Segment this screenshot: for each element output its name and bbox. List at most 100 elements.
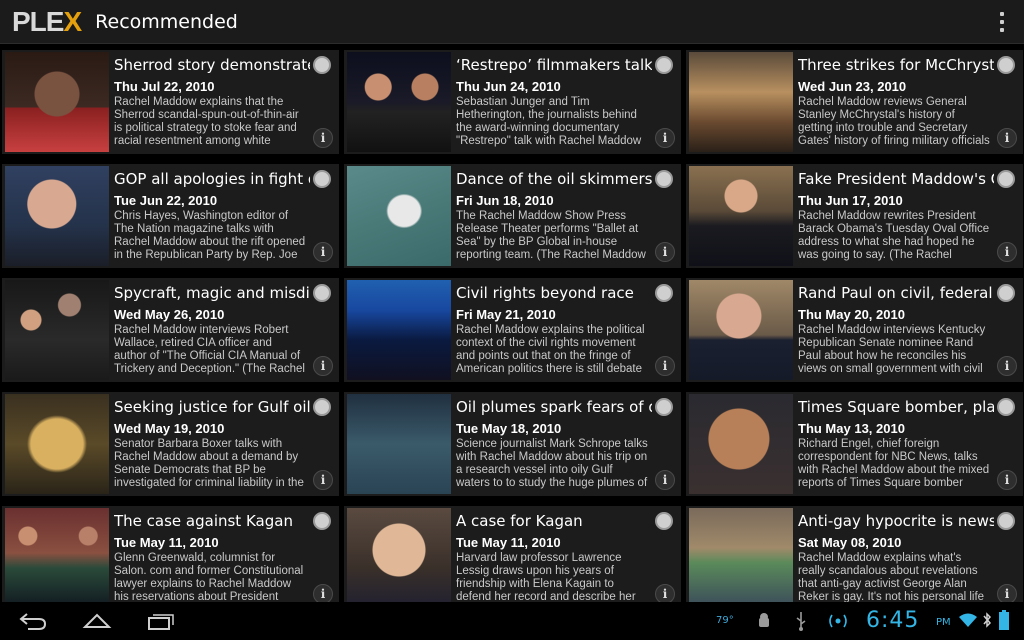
video-title: ‘Restrepo’ filmmakers talk w	[456, 56, 652, 74]
video-date: Tue May 11, 2010	[114, 535, 219, 550]
video-thumbnail[interactable]	[689, 394, 793, 494]
video-card[interactable]: Dance of the oil skimmers Fri Jun 18, 201…	[344, 164, 681, 268]
info-icon[interactable]: i	[313, 584, 333, 602]
select-checkbox[interactable]	[313, 398, 331, 416]
video-thumbnail[interactable]	[347, 508, 451, 602]
video-card[interactable]: ‘Restrepo’ filmmakers talk w Thu Jun 24, …	[344, 50, 681, 154]
video-card[interactable]: Anti-gay hypocrite is news l Sat May 08, …	[686, 506, 1023, 602]
select-checkbox[interactable]	[655, 56, 673, 74]
video-description: Chris Hayes, Washington editor of The Na…	[114, 210, 306, 261]
video-thumbnail[interactable]	[5, 394, 109, 494]
select-checkbox[interactable]	[313, 284, 331, 302]
clock-time: 6:45	[866, 608, 920, 633]
select-checkbox[interactable]	[313, 512, 331, 530]
select-checkbox[interactable]	[655, 512, 673, 530]
video-thumbnail[interactable]	[5, 166, 109, 266]
video-thumbnail[interactable]	[5, 52, 109, 152]
temperature: 79°	[716, 615, 734, 626]
video-title: GOP all apologies in fight o	[114, 170, 310, 188]
video-card[interactable]: Civil rights beyond race Fri May 21, 2010…	[344, 278, 681, 382]
select-checkbox[interactable]	[997, 398, 1015, 416]
video-card[interactable]: A case for Kagan Tue May 11, 2010 Harvard …	[344, 506, 681, 602]
select-checkbox[interactable]	[997, 512, 1015, 530]
info-icon[interactable]: i	[313, 128, 333, 148]
plex-logo[interactable]: PLE X	[12, 0, 82, 44]
video-description: Rachel Maddow rewrites President Barack …	[798, 210, 990, 261]
video-thumbnail[interactable]	[347, 52, 451, 152]
plex-app: PLE X Recommended Sherrod story demonstra…	[0, 0, 1024, 640]
video-thumbnail[interactable]	[5, 280, 109, 380]
info-icon[interactable]: i	[313, 356, 333, 376]
video-description: Glenn Greenwald, columnist for Salon. co…	[114, 552, 304, 602]
select-checkbox[interactable]	[655, 398, 673, 416]
video-description: Rachel Maddow explains the political con…	[456, 324, 645, 375]
video-card[interactable]: Times Square bomber, play Thu May 13, 201…	[686, 392, 1023, 496]
wifi-icon	[959, 613, 977, 627]
video-card[interactable]: GOP all apologies in fight o Tue Jun 22, …	[2, 164, 339, 268]
video-description: The Rachel Maddow Show Press Release The…	[456, 210, 646, 261]
info-icon[interactable]: i	[997, 242, 1017, 262]
info-icon[interactable]: i	[997, 356, 1017, 376]
video-thumbnail[interactable]	[689, 508, 793, 602]
recent-apps-icon[interactable]	[146, 611, 176, 631]
video-thumbnail[interactable]	[347, 280, 451, 380]
video-description: Senator Barbara Boxer talks with Rachel …	[114, 438, 304, 489]
video-title: Rand Paul on civil, federal a	[798, 284, 994, 302]
info-icon[interactable]: i	[313, 242, 333, 262]
video-card[interactable]: Sherrod story demonstrates Thu Jul 22, 20…	[2, 50, 339, 154]
video-title: Times Square bomber, play	[798, 398, 994, 416]
video-description: Rachel Maddow explains what's really sca…	[798, 552, 985, 602]
video-title: A case for Kagan	[456, 512, 583, 530]
video-description: Richard Engel, chief foreign corresponde…	[798, 438, 990, 489]
video-description: Rachel Maddow explains that the Sherrod …	[114, 96, 299, 147]
info-icon[interactable]: i	[655, 356, 675, 376]
video-title: Fake President Maddow's O	[798, 170, 994, 188]
video-title: Sherrod story demonstrates	[114, 56, 310, 74]
select-checkbox[interactable]	[313, 170, 331, 188]
info-icon[interactable]: i	[655, 470, 675, 490]
select-checkbox[interactable]	[997, 284, 1015, 302]
video-thumbnail[interactable]	[689, 280, 793, 380]
home-icon[interactable]	[82, 611, 112, 631]
info-icon[interactable]: i	[313, 470, 333, 490]
bluetooth-icon	[983, 612, 992, 628]
video-thumbnail[interactable]	[689, 52, 793, 152]
video-card[interactable]: Seeking justice for Gulf oil d Wed May 19…	[2, 392, 339, 496]
video-thumbnail[interactable]	[5, 508, 109, 602]
info-icon[interactable]: i	[997, 470, 1017, 490]
page-title: Recommended	[95, 10, 238, 33]
select-checkbox[interactable]	[997, 56, 1015, 74]
video-date: Wed Jun 23, 2010	[798, 79, 907, 94]
select-checkbox[interactable]	[997, 170, 1015, 188]
select-checkbox[interactable]	[655, 284, 673, 302]
video-description: Rachel Maddow interviews Robert Wallace,…	[114, 324, 305, 375]
info-icon[interactable]: i	[997, 128, 1017, 148]
video-title: Oil plumes spark fears of de	[456, 398, 652, 416]
video-card[interactable]: Spycraft, magic and misdire Wed May 26, 2…	[2, 278, 339, 382]
select-checkbox[interactable]	[313, 56, 331, 74]
video-date: Fri May 21, 2010	[456, 307, 556, 322]
video-date: Tue May 18, 2010	[456, 421, 562, 436]
battery-icon	[999, 610, 1009, 630]
video-title: Anti-gay hypocrite is news l	[798, 512, 994, 530]
video-date: Thu Jun 17, 2010	[798, 193, 903, 208]
video-thumbnail[interactable]	[347, 166, 451, 266]
info-icon[interactable]: i	[655, 128, 675, 148]
info-icon[interactable]: i	[655, 584, 675, 602]
video-card[interactable]: Oil plumes spark fears of de Tue May 18, …	[344, 392, 681, 496]
video-card[interactable]: The case against Kagan Tue May 11, 2010 Gl…	[2, 506, 339, 602]
video-card[interactable]: Rand Paul on civil, federal a Thu May 20,…	[686, 278, 1023, 382]
info-icon[interactable]: i	[655, 242, 675, 262]
video-thumbnail[interactable]	[347, 394, 451, 494]
video-card[interactable]: Fake President Maddow's O Thu Jun 17, 201…	[686, 164, 1023, 268]
info-icon[interactable]: i	[997, 584, 1017, 602]
video-title: Spycraft, magic and misdire	[114, 284, 310, 302]
back-icon[interactable]	[18, 611, 48, 631]
select-checkbox[interactable]	[655, 170, 673, 188]
video-description: Harvard law professor Lawrence Lessig dr…	[456, 552, 636, 602]
video-card[interactable]: Three strikes for McChrysta Wed Jun 23, 2…	[686, 50, 1023, 154]
video-date: Tue May 11, 2010	[456, 535, 561, 550]
overflow-menu-icon[interactable]	[998, 12, 1006, 32]
video-thumbnail[interactable]	[689, 166, 793, 266]
video-date: Wed May 19, 2010	[114, 421, 225, 436]
